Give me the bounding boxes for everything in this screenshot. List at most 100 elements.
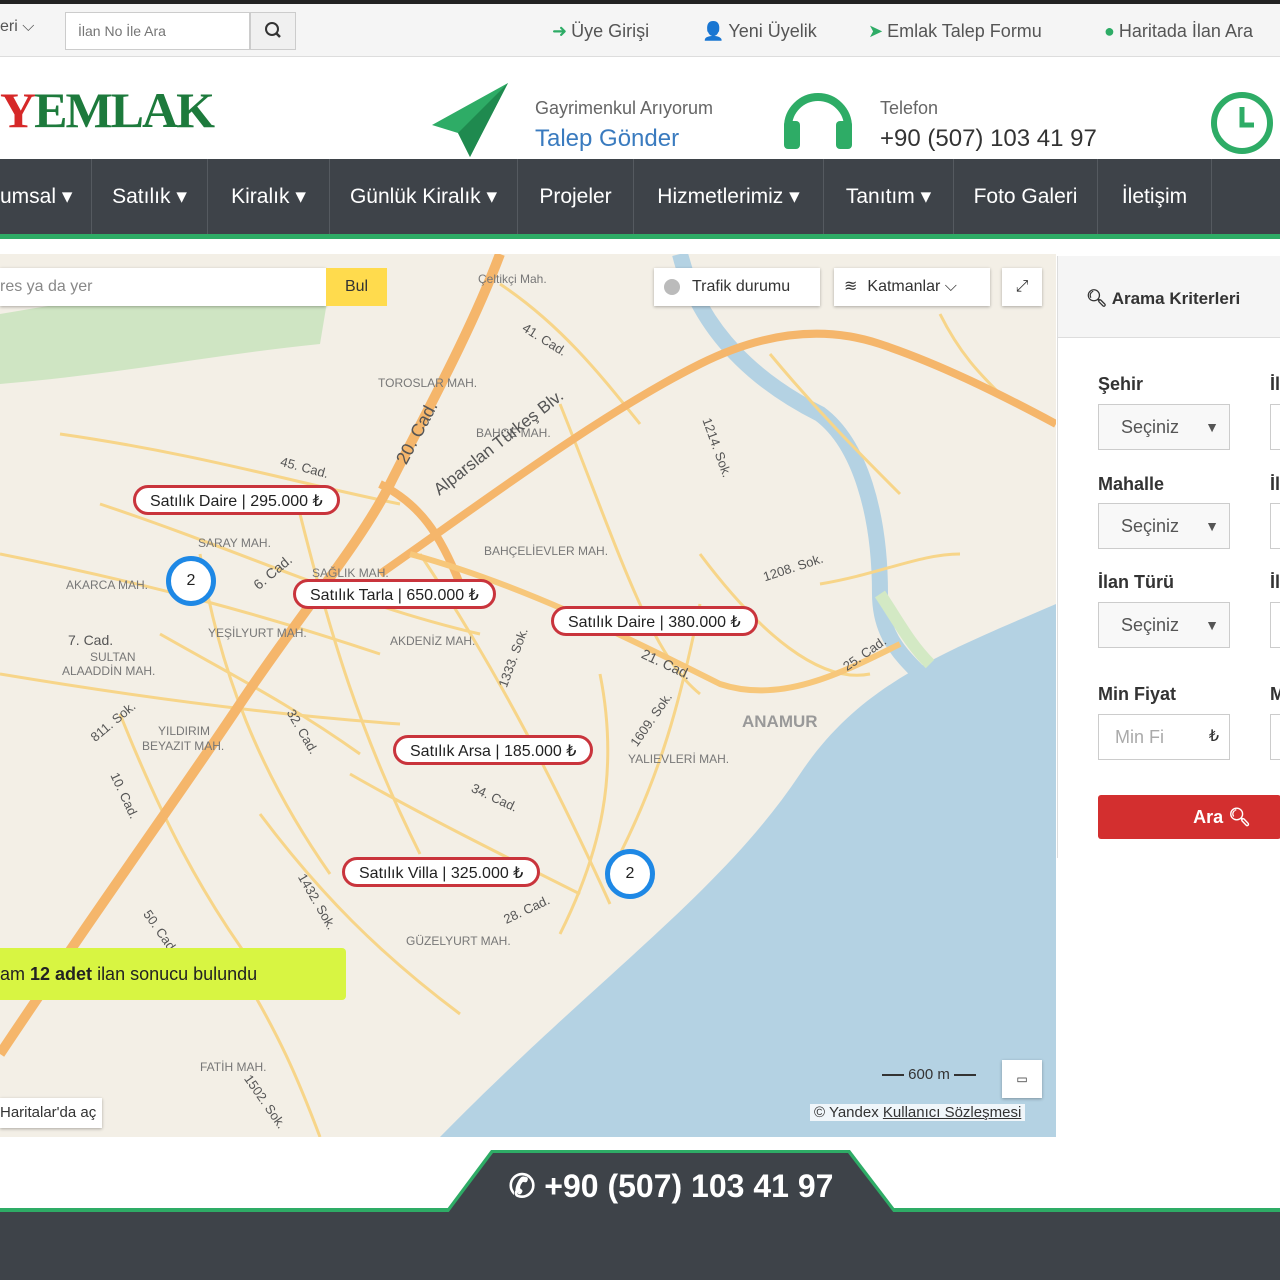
panel-header: 🔍︎ Arama Kriterleri [1058, 256, 1280, 338]
nav-item-tanitim[interactable]: Tanıtım ▾ [824, 159, 954, 234]
nav-item-projeler[interactable]: Projeler [518, 159, 634, 234]
listing-number-search-input[interactable] [65, 12, 250, 50]
caret-down-icon: ▾ [789, 185, 800, 208]
search-icon: 🔍︎ [1228, 807, 1251, 827]
map-label: BAHÇELİEVLER MAH. [484, 544, 609, 558]
map-view[interactable]: Çeltikçi Mah. TOROSLAR MAH. BAHÇE MAH. B… [0, 254, 1056, 1137]
map-label: SARAY MAH. [198, 536, 271, 550]
listing-marker[interactable]: Satılık Villa | 325.000 ₺ [342, 857, 541, 887]
map-label: YALIEVLERİ MAH. [628, 752, 730, 766]
map-tiles [0, 254, 1056, 1137]
open-in-maps-link[interactable]: Haritalar'da aç [0, 1098, 103, 1128]
paper-plane-icon [432, 83, 508, 157]
paper-plane-icon: ➤ [868, 21, 884, 41]
map-label: SULTAN [90, 650, 136, 664]
language-selector[interactable]: eri ⌵ [0, 18, 34, 36]
map-label: AKDENİZ MAH. [390, 634, 476, 648]
map-label: Çeltikçi Mah. [478, 272, 547, 286]
chevron-down-icon: ⌵ [22, 18, 35, 35]
nav-item-gunluk-kiralik[interactable]: Günlük Kiralık ▾ [330, 159, 518, 234]
cut-select[interactable] [1270, 602, 1280, 648]
lira-icon: ₺ [1208, 728, 1219, 745]
map-find-button[interactable]: Bul [326, 268, 387, 306]
nav-item-iletisim[interactable]: İletişim [1098, 159, 1212, 234]
chevron-down-icon: ⌵ [944, 278, 957, 295]
max-price-label: M [1270, 684, 1280, 704]
neighborhood-label: Mahalle [1098, 474, 1165, 494]
search-button[interactable] [250, 12, 296, 50]
request-subtitle: Gayrimenkul Arıyorum [535, 98, 714, 118]
site-logo[interactable]: YEMLAK [0, 81, 215, 139]
nav-item-satilik[interactable]: Satılık ▾ [92, 159, 208, 234]
city-select[interactable]: Seçiniz ▼ [1098, 404, 1230, 450]
map-label: YEŞİLYURT MAH. [208, 626, 307, 640]
header-phone-number[interactable]: +90 (507) 103 41 97 [880, 125, 1097, 153]
map-search-link[interactable]: ● Haritada İlan Ara [1104, 21, 1253, 42]
listing-marker[interactable]: Satılık Tarla | 650.000 ₺ [293, 579, 496, 609]
listing-marker[interactable]: Satılık Daire | 295.000 ₺ [133, 485, 340, 515]
min-price-input[interactable]: Min Fi ₺ [1098, 714, 1230, 760]
min-price-label: Min Fiyat [1098, 684, 1177, 704]
ruler-button[interactable]: ▭ [1002, 1060, 1042, 1098]
map-label: ALAADDİN MAH. [62, 664, 156, 678]
cut-select[interactable] [1270, 503, 1280, 549]
clock-icon [1211, 92, 1273, 154]
sign-in-icon: ➜ [552, 21, 568, 41]
listing-type-select[interactable]: Seçiniz ▼ [1098, 602, 1230, 648]
cut-label: İl [1270, 572, 1280, 592]
traffic-button[interactable]: Trafik durumu [654, 268, 820, 306]
login-link[interactable]: ➜ Üye Girişi [552, 21, 649, 42]
caret-down-icon: ▾ [920, 185, 932, 208]
search-submit-button[interactable]: Ara 🔍︎ [1098, 795, 1280, 839]
scale-bar: 600 m [882, 1066, 977, 1083]
map-label: GÜZELYURT MAH. [406, 934, 511, 948]
listing-marker[interactable]: Satılık Arsa | 185.000 ₺ [393, 735, 594, 765]
dropdown-arrow-icon: ▼ [1205, 419, 1219, 435]
map-label: 7. Cad. [68, 632, 114, 648]
layers-button[interactable]: ≋ Katmanlar ⌵ [834, 268, 990, 306]
map-address-search-input[interactable]: res ya da yer [0, 268, 326, 306]
user-plus-icon: 👤 [702, 21, 725, 41]
cut-label: İl [1270, 474, 1280, 494]
search-criteria-panel: 🔍︎ Arama Kriterleri Şehir Seçiniz ▼ Mahal… [1057, 256, 1280, 858]
caret-down-icon: ▾ [295, 185, 306, 208]
listing-marker[interactable]: Satılık Daire | 380.000 ₺ [551, 606, 758, 636]
phone-icon: ✆ [508, 1168, 536, 1204]
map-label: AKARCA MAH. [66, 578, 149, 592]
neighborhood-select[interactable]: Seçiniz ▼ [1098, 503, 1230, 549]
caret-down-icon: ▾ [176, 185, 187, 208]
district-label: İl [1270, 374, 1280, 394]
nav-item-kurumsal[interactable]: umsal ▾ [0, 159, 92, 234]
map-label: BEYAZIT MAH. [142, 739, 225, 753]
search-icon: 🔍︎ [1086, 289, 1108, 308]
map-label: FATİH MAH. [200, 1060, 267, 1074]
terms-link[interactable]: Kullanıcı Sözleşmesi [883, 1104, 1021, 1121]
map-label: TOROSLAR MAH. [378, 376, 478, 390]
map-label: ANAMUR [742, 712, 818, 731]
caret-down-icon: ▾ [486, 185, 498, 208]
nav-item-hizmetlerimiz[interactable]: Hizmetlerimiz ▾ [634, 159, 824, 234]
expand-icon: ⤢ [1015, 278, 1029, 295]
map-copyright: © Yandex Kullanıcı Sözleşmesi [810, 1104, 1026, 1121]
cluster-marker[interactable]: 2 [605, 849, 655, 899]
city-label: Şehir [1098, 374, 1144, 394]
ruler-icon: ▭ [1016, 1072, 1028, 1086]
register-link[interactable]: 👤 Yeni Üyelik [702, 21, 817, 42]
nav-item-kiralik[interactable]: Kiralık ▾ [208, 159, 330, 234]
footer [0, 1212, 1280, 1280]
fullscreen-button[interactable]: ⤢ [1002, 268, 1042, 306]
cluster-marker[interactable]: 2 [166, 556, 216, 606]
footer-phone[interactable]: ✆ +90 (507) 103 41 97 [448, 1153, 894, 1213]
map-marker-icon: ● [1104, 21, 1115, 41]
top-bar: eri ⌵ ➜Üye Girişi 👤Yeni Üyelik ➤Emlak Ta… [0, 0, 1280, 57]
nav-item-foto-galeri[interactable]: Foto Galeri [954, 159, 1098, 234]
request-form-link[interactable]: ➤ Emlak Talep Formu [868, 21, 1042, 42]
map-label: SAĞLIK MAH. [312, 566, 389, 580]
dropdown-arrow-icon: ▼ [1205, 617, 1219, 633]
layers-icon: ≋ [844, 278, 858, 295]
result-count-banner: am 12 adet ilan sonucu bulundu [0, 948, 346, 1000]
listing-type-label: İlan Türü [1098, 572, 1174, 592]
district-select[interactable] [1270, 404, 1280, 450]
max-price-input[interactable] [1270, 714, 1280, 760]
request-link[interactable]: Talep Gönder [535, 125, 679, 153]
